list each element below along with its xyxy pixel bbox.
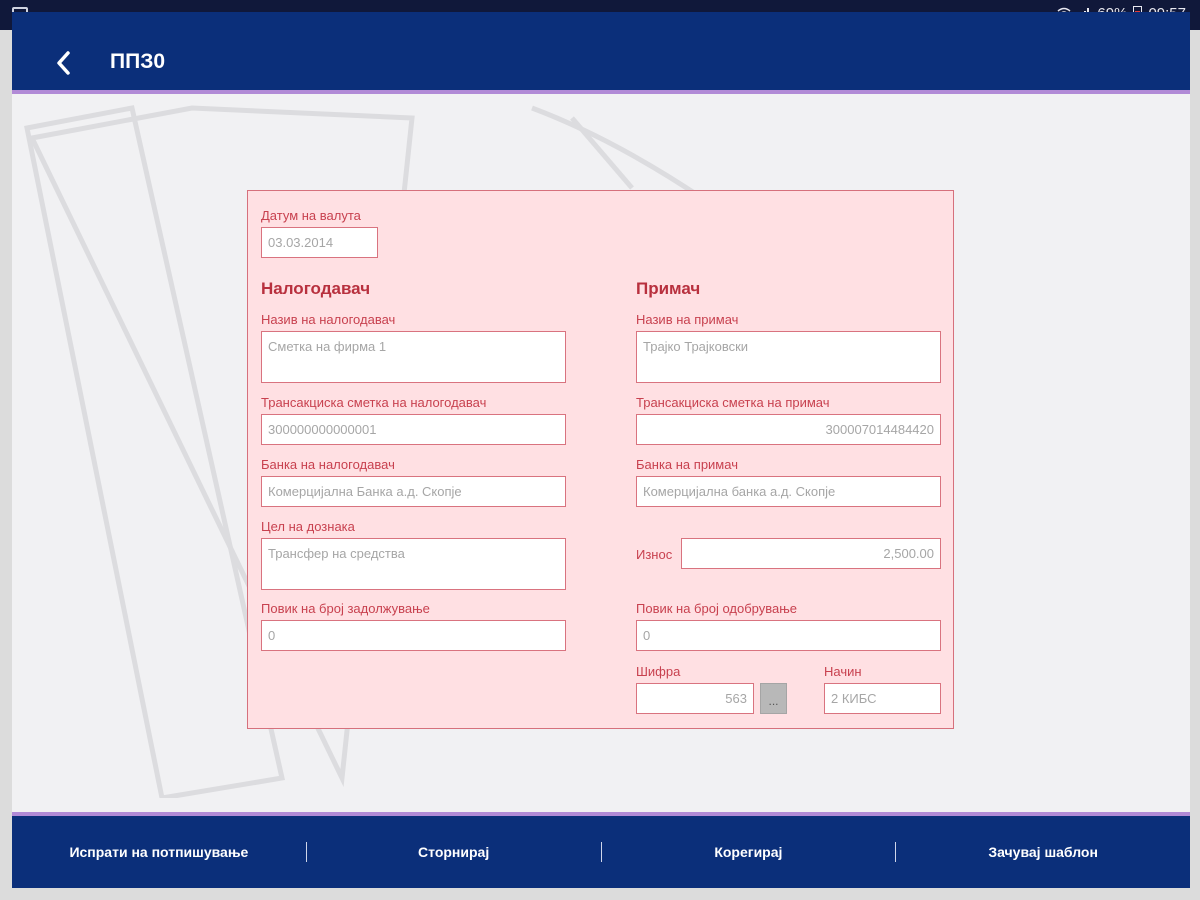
recipient-bank-input[interactable]: Комерцијална банка а.д. Скопје [636, 476, 941, 507]
action-bar: Испрати на потпишување Сторнирај Корегир… [12, 812, 1190, 888]
method-label: Начин [824, 664, 862, 679]
payer-name-input[interactable]: Сметка на фирма 1 [261, 331, 566, 383]
purpose-label: Цел на дознака [261, 519, 355, 534]
method-input[interactable]: 2 КИБС [824, 683, 941, 714]
payer-account-label: Трансакциска сметка на налогодавач [261, 395, 487, 410]
credit-reference-input[interactable]: 0 [636, 620, 941, 651]
app-window: ППЗ0 Датум на валута 03.03.2014 Налогода… [12, 12, 1190, 888]
save-template-button[interactable]: Зачувај шаблон [896, 844, 1190, 860]
code-label: Шифра [636, 664, 681, 679]
recipient-heading: Примач [636, 279, 701, 298]
payment-order-form: Датум на валута 03.03.2014 Налогодавач Н… [247, 190, 954, 729]
recipient-account-input[interactable]: 300007014484420 [636, 414, 941, 445]
send-for-signing-button[interactable]: Испрати на потпишување [12, 844, 306, 860]
amount-input[interactable]: 2,500.00 [681, 538, 941, 569]
app-bar: ППЗ0 [12, 12, 1190, 94]
storno-button[interactable]: Сторнирај [307, 844, 601, 860]
amount-label: Износ [636, 547, 673, 562]
code-picker-button[interactable]: ... [760, 683, 787, 714]
payer-heading: Налогодавач [261, 279, 371, 298]
payer-bank-input[interactable]: Комерцијална Банка а.д. Скопје [261, 476, 566, 507]
credit-reference-label: Повик на број одобрување [636, 601, 798, 616]
back-arrow-icon[interactable] [52, 48, 74, 78]
recipient-bank-label: Банка на примач [636, 457, 738, 472]
recipient-account-label: Трансакциска сметка на примач [636, 395, 830, 410]
payer-bank-label: Банка на налогодавач [261, 457, 395, 472]
payer-account-input[interactable]: 300000000000001 [261, 414, 566, 445]
debit-reference-label: Повик на број задолжување [261, 601, 430, 616]
recipient-name-input[interactable]: Трајко Трајковски [636, 331, 941, 383]
value-date-label: Датум на валута [261, 208, 361, 223]
code-input[interactable]: 563 [636, 683, 754, 714]
purpose-input[interactable]: Трансфер на средства [261, 538, 566, 590]
correct-button[interactable]: Корегирај [602, 844, 896, 860]
page-title: ППЗ0 [110, 50, 166, 73]
recipient-name-label: Назив на примач [636, 312, 739, 327]
payer-name-label: Назив на налогодавач [261, 312, 396, 327]
value-date-input[interactable]: 03.03.2014 [261, 227, 378, 258]
debit-reference-input[interactable]: 0 [261, 620, 566, 651]
